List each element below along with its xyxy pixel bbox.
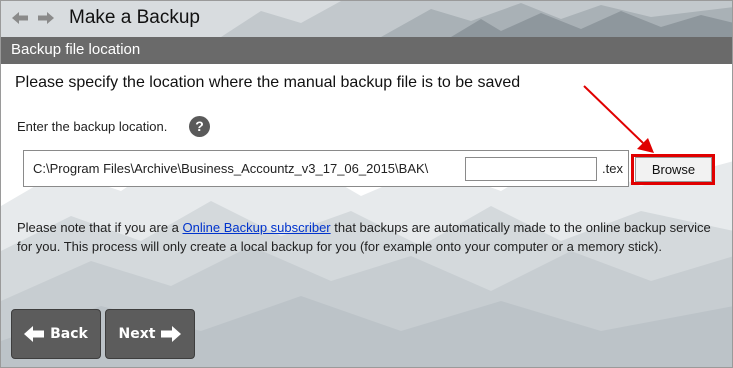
back-button[interactable]: Back: [11, 309, 101, 359]
backup-window: Make a Backup Backup file location Pleas…: [0, 0, 733, 368]
arrow-left-icon[interactable]: [12, 11, 28, 25]
note-text-start: Please note that if you are a: [17, 220, 183, 235]
location-label: Enter the backup location.: [17, 119, 168, 134]
section-header: Backup file location: [1, 37, 732, 64]
online-backup-link[interactable]: Online Backup subscriber: [183, 220, 331, 235]
arrow-left-icon: [24, 326, 45, 342]
browse-button[interactable]: Browse: [635, 157, 712, 182]
filename-input[interactable]: [465, 157, 597, 181]
section-title: Backup file location: [11, 41, 141, 58]
backup-path: C:\Program Files\Archive\Business_Accoun…: [33, 161, 429, 176]
page-heading: Please specify the location where the ma…: [15, 74, 521, 91]
window-title: Make a Backup: [69, 7, 200, 28]
arrow-right-icon[interactable]: [38, 11, 54, 25]
backup-note: Please note that if you are a Online Bac…: [17, 218, 727, 256]
main-content: Please specify the location where the ma…: [1, 64, 732, 367]
title-bar: Make a Backup: [1, 1, 732, 37]
file-extension: .tex: [602, 161, 623, 176]
help-icon[interactable]: ?: [189, 116, 210, 137]
back-label: Back: [50, 326, 88, 342]
next-button[interactable]: Next: [105, 309, 195, 359]
next-label: Next: [118, 326, 156, 342]
arrow-right-icon: [161, 326, 182, 342]
backup-location-box: C:\Program Files\Archive\Business_Accoun…: [23, 150, 629, 187]
